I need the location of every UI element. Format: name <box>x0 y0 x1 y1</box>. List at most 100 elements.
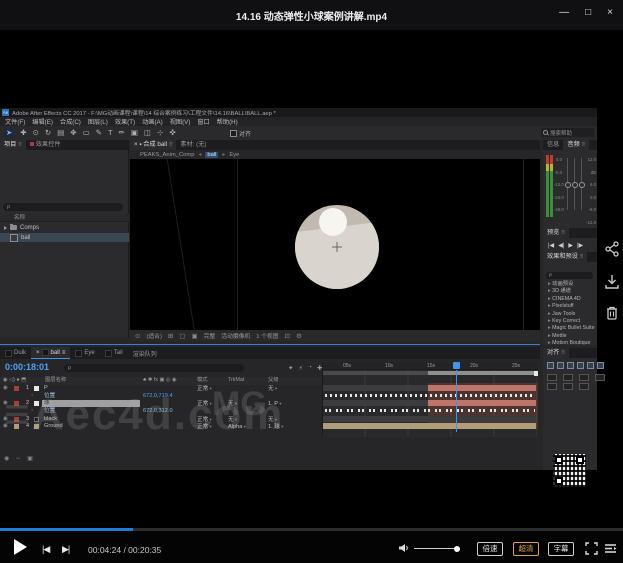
timeline-tab-ball: ×ball ≡ <box>31 347 70 359</box>
share-icon[interactable] <box>603 240 621 258</box>
ae-titlebar: Ae Adobe After Effects CC 2017 - F:\MG动画… <box>0 108 597 117</box>
subtitle-button[interactable]: 字幕 <box>548 542 574 556</box>
distribute-icon <box>595 374 605 381</box>
ae-menubar: 文件(F) 编辑(E) 合成(C) 图层(L) 效果(T) 动画(A) 视图(V… <box>0 117 597 126</box>
zoom-tool-icon: ⊙ <box>33 128 39 138</box>
column-mode: 模式 <box>197 377 208 384</box>
window-titlebar: 14.16 动态弹性小球案例讲解.mp4 — □ × <box>0 0 623 30</box>
layer-number: 1 <box>26 385 29 392</box>
play-icon: ▶ <box>568 242 573 249</box>
breadcrumb-separator-icon: ▸ <box>222 152 225 158</box>
maximize-icon[interactable]: □ <box>585 7 591 18</box>
audio-slider-left <box>567 158 568 210</box>
ruler-tick-label: 15s <box>427 363 435 369</box>
label-color-chip <box>14 401 19 406</box>
breadcrumb-child-comp: Eye <box>229 152 239 158</box>
first-frame-icon: |◀ <box>548 242 554 249</box>
viewer-toolbar: ⊙ (适合) ⊞ ▢ ▣ 完整 活动摄像机 1 个视图 ⊡ ⚙ <box>130 330 540 341</box>
distribute-icon <box>547 374 557 381</box>
layer-duration-bar <box>323 400 428 406</box>
stopwatch-icon: ◔ <box>30 393 33 400</box>
eye-icon: ◉ <box>3 423 8 430</box>
align-top-icon <box>577 362 584 369</box>
project-panel: 项目 ≡ 效果控件 ρ 名称 Comps ball <box>0 140 129 338</box>
snapping-label: 对齐 <box>239 129 251 138</box>
magnification-icon: ⊙ <box>135 332 140 340</box>
ball-artwork <box>292 202 382 292</box>
composition-mini-flowchart-icon: ✦ <box>288 364 293 372</box>
timeline-panel: Duik ×ball ≡ Eye Tail 渲染队列 0:00:18:01 ρ … <box>0 344 540 470</box>
property-value: 672.0,312.0 <box>143 408 173 415</box>
folder-name: Comps <box>20 225 39 231</box>
property-row-position-1: ◔ 位置 672.0,719.4 <box>0 393 322 400</box>
ruler-tick-label: 20s <box>470 363 478 369</box>
solid-layer-icon <box>34 386 39 391</box>
eraser-tool-icon: ◫ <box>144 128 151 138</box>
distribute-icon <box>563 383 573 390</box>
ae-toolbar: ➤ ✚ ⊙ ↻ ▤ ✥ ▭ ✎ T ✏ ▣ ◫ ⊹ ✜ <box>0 126 597 140</box>
frame-blending-icon: ◔ <box>308 364 312 372</box>
timeline-column-headers: ◉ ◁) ● ⬒ 图层名称 ♣ ✱ fx ▣ ◎ ◉ 模式 TrkMat 父级 <box>0 377 322 385</box>
comp-tab-icon <box>5 350 12 357</box>
close-icon[interactable]: × <box>607 7 613 18</box>
timeline-tab-duik: Duik <box>0 347 31 359</box>
effects-category: CINEMA 4D <box>543 296 597 303</box>
qr-code <box>553 454 586 487</box>
switches-icons: ♣ ✱ fx ▣ ◎ ◉ <box>143 377 177 384</box>
previous-episode-button[interactable]: |◀ <box>42 544 49 555</box>
keyframes-track <box>325 394 535 397</box>
align-hcenter-icon <box>557 362 564 369</box>
align-buttons-row <box>547 362 604 369</box>
layer-duration-bar <box>323 385 428 391</box>
next-episode-button[interactable]: ▶| <box>62 544 69 555</box>
timeline-jump-icon: ⚙ <box>296 332 302 340</box>
graph-toggle-icon: ▣ <box>27 455 33 462</box>
stopwatch-icon: ◔ <box>30 408 33 415</box>
breadcrumb-separator-icon: ◂ <box>198 152 201 158</box>
mode-value: 正常 <box>197 423 212 431</box>
property-row-position-2: ◔ 位置 672.0,312.0 <box>0 408 322 415</box>
video-player-window: 14.16 动态弹性小球案例讲解.mp4 — □ × Ae Adobe Afte… <box>0 0 623 563</box>
distribute-buttons-row-2 <box>547 383 589 390</box>
active-camera-value: 活动摄像机 <box>221 331 250 340</box>
timeline-tab-render-queue: 渲染队列 <box>128 347 162 359</box>
window-title: 14.16 动态弹性小球案例讲解.mp4 <box>0 8 623 23</box>
download-icon[interactable] <box>603 273 621 291</box>
tab-preview: 预览 ≡ <box>543 228 569 238</box>
view-layout-value: 1 个视图 <box>256 331 278 340</box>
work-area-handle <box>534 371 538 376</box>
info-audio-tabs: 信息 音频 ≡ <box>543 140 597 150</box>
property-name: 位置 <box>44 393 55 400</box>
play-button[interactable] <box>14 539 27 555</box>
composition-icon <box>10 234 18 242</box>
volume-slider-handle[interactable] <box>454 546 460 552</box>
composition-panel: × ▪ 合成 ball ≡ 素材: (无) PEAKS_Anim_Comp ◂ … <box>130 140 540 341</box>
window-controls: — □ × <box>559 7 613 18</box>
minimize-icon[interactable]: — <box>559 7 569 18</box>
playback-speed-button[interactable]: 倍速 <box>477 542 503 556</box>
layer-row-2-selected: ◉ 2 球 正常 无 1. P <box>0 400 322 407</box>
quality-button[interactable]: 超清 <box>513 542 539 556</box>
trash-icon[interactable] <box>603 304 621 322</box>
expand-layers-icon: ◉ <box>4 455 9 462</box>
ae-title-text: Adobe After Effects CC 2017 - F:\MG动画课程\… <box>12 108 276 117</box>
camera-tool-icon: ▤ <box>57 128 64 138</box>
ruler-tick-label: 05s <box>343 363 351 369</box>
property-name: 位置 <box>44 408 55 415</box>
composition-viewport <box>130 159 540 330</box>
distribute-buttons-row <box>547 374 605 381</box>
menu-composition: 合成(C) <box>60 117 81 126</box>
solid-layer-icon <box>34 417 39 422</box>
video-surface[interactable]: Ae Adobe After Effects CC 2017 - F:\MG动画… <box>0 30 623 528</box>
column-layer-name: 图层名称 <box>45 377 66 384</box>
volume-icon[interactable] <box>398 543 410 553</box>
keyframes-track <box>325 409 535 412</box>
search-help-label: 搜索帮助 <box>550 129 572 137</box>
playlist-icon[interactable] <box>604 543 617 554</box>
project-item-comps-folder: Comps <box>0 223 129 232</box>
ball-highlight <box>319 208 347 236</box>
fullscreen-icon[interactable] <box>585 542 598 555</box>
text-tool-icon: T <box>108 128 113 138</box>
layer-name: black <box>44 416 57 423</box>
volume-slider[interactable] <box>414 548 458 549</box>
